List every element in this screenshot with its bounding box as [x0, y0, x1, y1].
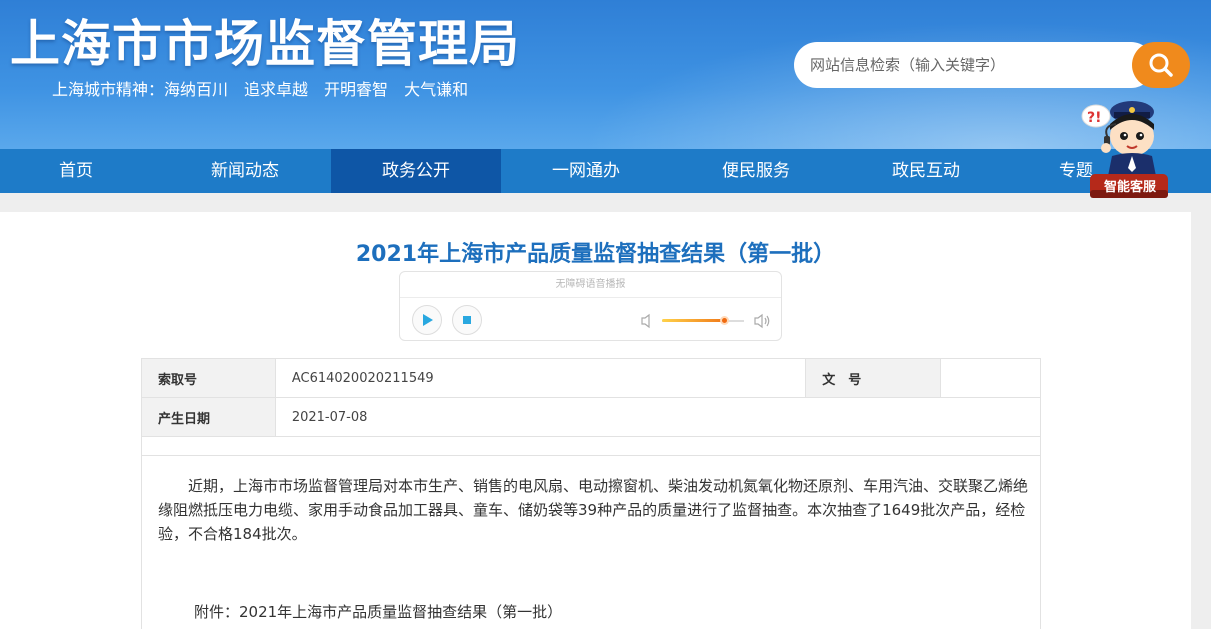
site-search: [794, 42, 1190, 88]
volume-low-icon[interactable]: [640, 313, 654, 329]
volume-knob[interactable]: [719, 316, 729, 325]
slogan-item: 大气谦和: [404, 80, 469, 99]
main-nav: 首页 新闻动态 政务公开 一网通办 便民服务 政民互动 专题: [0, 149, 1211, 193]
slogan-item: 开明睿智: [324, 80, 389, 99]
voice-broadcast-player: 无障碍语音播报: [399, 271, 782, 341]
nav-item-government-affairs[interactable]: 政务公开: [331, 149, 501, 193]
meta-value-index: AC614020020211549: [274, 358, 807, 398]
nav-item-interaction[interactable]: 政民互动: [841, 149, 1011, 193]
meta-value-date: 2021-07-08: [274, 397, 1042, 437]
meta-value-doc-number: [940, 358, 1041, 398]
article-body: 近期，上海市市场监督管理局对本市生产、销售的电风扇、电动擦窗机、柴油发动机氮氧化…: [141, 455, 1041, 629]
nav-item-home[interactable]: 首页: [0, 149, 152, 193]
volume-high-icon[interactable]: [753, 313, 771, 329]
player-label: 无障碍语音播报: [400, 272, 781, 298]
document-meta-table: 索取号 AC614020020211549 文 号 产生日期 2021-07-0…: [141, 358, 1042, 456]
nav-item-public-services[interactable]: 便民服务: [671, 149, 841, 193]
meta-label-date: 产生日期: [141, 397, 276, 437]
stop-button[interactable]: [452, 305, 482, 335]
site-title[interactable]: 上海市市场监督管理局: [10, 4, 520, 76]
volume-fill: [662, 319, 724, 322]
slogan-item: 海纳百川: [164, 80, 229, 99]
play-button[interactable]: [412, 305, 442, 335]
meta-label-index: 索取号: [141, 358, 276, 398]
meta-spacer-row: [141, 436, 1041, 456]
smart-service-button[interactable]: ?! 智能客服: [1072, 96, 1177, 202]
svg-text:?!: ?!: [1087, 110, 1102, 126]
volume-slider[interactable]: [662, 316, 744, 325]
attachment-link[interactable]: 附件：2021年上海市产品质量监督抽查结果（第一批）: [194, 601, 562, 622]
smart-service-label: 智能客服: [1103, 180, 1156, 195]
slogan-item: 追求卓越: [244, 80, 309, 99]
nav-item-news[interactable]: 新闻动态: [170, 149, 320, 193]
article-content: 2021年上海市产品质量监督抽查结果（第一批） 无障碍语音播报 索取号 AC61…: [0, 212, 1191, 629]
slogan-prefix: 上海城市精神：: [52, 80, 165, 99]
search-button[interactable]: [1132, 42, 1190, 88]
play-icon: [423, 314, 433, 326]
article-paragraph: 近期，上海市市场监督管理局对本市生产、销售的电风扇、电动擦窗机、柴油发动机氮氧化…: [158, 477, 1029, 543]
city-slogan: 上海城市精神：海纳百川 追求卓越 开明睿智 大气谦和: [52, 76, 484, 100]
nav-item-online-services[interactable]: 一网通办: [501, 149, 671, 193]
page-title: 2021年上海市产品质量监督抽查结果（第一批）: [355, 242, 836, 267]
search-icon: [1149, 53, 1173, 77]
meta-label-doc-number: 文 号: [805, 358, 942, 398]
site-header: 上海市市场监督管理局 上海城市精神：海纳百川 追求卓越 开明睿智 大气谦和: [0, 0, 1211, 149]
search-input[interactable]: [794, 42, 1154, 88]
stop-icon: [463, 316, 471, 324]
